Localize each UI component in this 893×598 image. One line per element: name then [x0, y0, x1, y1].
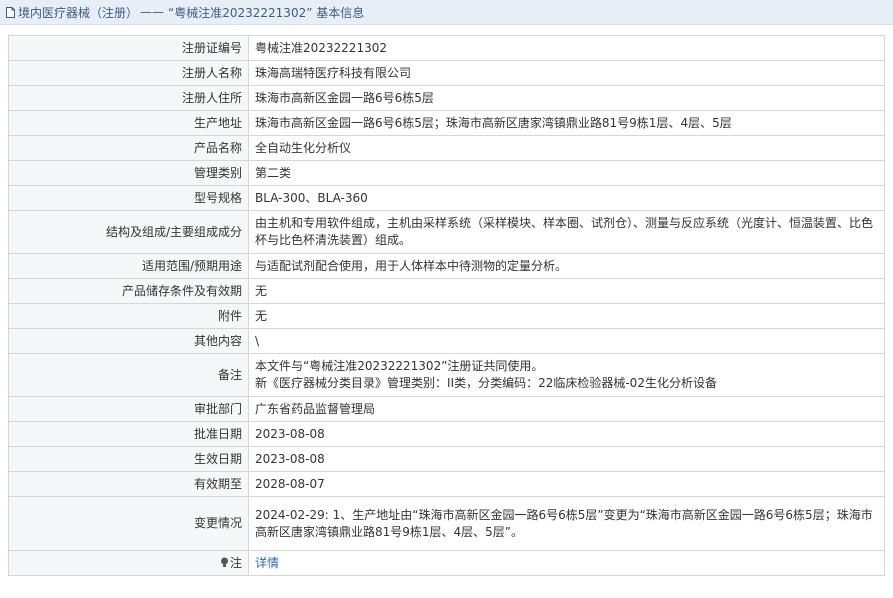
row-label: 有效期至	[8, 471, 249, 497]
row-value: 2028-08-07	[248, 471, 885, 497]
table-row: 批准日期 2023-08-08	[8, 421, 885, 447]
table-row: 注册人名称 珠海高瑞特医疗科技有限公司	[8, 60, 885, 86]
row-value: 珠海市高新区金园一路6号6栋5层	[248, 85, 885, 111]
row-value: 由主机和专用软件组成，主机由采样系统（采样模块、样本圈、试剂仓）、测量与反应系统…	[248, 210, 885, 254]
row-value: 2024-02-29: 1、生产地址由“珠海市高新区金园一路6号6栋5层”变更为…	[248, 496, 885, 551]
row-value: 2023-08-08	[248, 446, 885, 472]
row-label: 批准日期	[8, 421, 249, 447]
table-row: 审批部门 广东省药品监督管理局	[8, 396, 885, 422]
table-row: 结构及组成/主要组成成分 由主机和专用软件组成，主机由采样系统（采样模块、样本圈…	[8, 210, 885, 254]
note-value: 详情	[248, 550, 885, 576]
page-header: 境内医疗器械（注册） —— “粤械注准20232221302” 基本信息	[0, 0, 893, 25]
details-link[interactable]: 详情	[255, 556, 279, 570]
table-row: 有效期至 2028-08-07	[8, 471, 885, 497]
remark-line: 新《医疗器械分类目录》管理类别：II类，分类编码：22临床检验器械-02生化分析…	[255, 376, 717, 390]
breadcrumb-category[interactable]: 境内医疗器械（注册）	[18, 4, 138, 21]
row-value: 与适配试剂配合使用，用于人体样本中待测物的定量分析。	[248, 253, 885, 279]
row-value: 珠海市高新区金园一路6号6栋5层；珠海市高新区唐家湾镇鼎业路81号9栋1层、4层…	[248, 110, 885, 136]
row-value: 无	[248, 278, 885, 304]
row-value: 广东省药品监督管理局	[248, 396, 885, 422]
row-value: \	[248, 328, 885, 354]
table-row: 适用范围/预期用途 与适配试剂配合使用，用于人体样本中待测物的定量分析。	[8, 253, 885, 279]
table-row: 注册人住所 珠海市高新区金园一路6号6栋5层	[8, 85, 885, 111]
row-label: 生产地址	[8, 110, 249, 136]
table-row: 型号规格 BLA-300、BLA-360	[8, 185, 885, 211]
row-value: BLA-300、BLA-360	[248, 185, 885, 211]
page-title: “粤械注准20232221302” 基本信息	[168, 5, 365, 20]
table-row: 产品储存条件及有效期 无	[8, 278, 885, 304]
row-label: 产品名称	[8, 135, 249, 161]
row-label: 管理类别	[8, 160, 249, 186]
row-label: 注册证编号	[8, 35, 249, 61]
bulb-icon	[220, 557, 228, 567]
row-value: 全自动生化分析仪	[248, 135, 885, 161]
row-label: 附件	[8, 303, 249, 329]
table-row: 备注 本文件与“粤械注准20232221302”注册证共同使用。 新《医疗器械分…	[8, 353, 885, 397]
row-label: 审批部门	[8, 396, 249, 422]
row-label: 型号规格	[8, 185, 249, 211]
table-row: 其他内容 \	[8, 328, 885, 354]
document-icon	[6, 6, 15, 18]
table-row: 生产地址 珠海市高新区金园一路6号6栋5层；珠海市高新区唐家湾镇鼎业路81号9栋…	[8, 110, 885, 136]
row-label: 产品储存条件及有效期	[8, 278, 249, 304]
table-row: 生效日期 2023-08-08	[8, 446, 885, 472]
row-label: 生效日期	[8, 446, 249, 472]
row-value: 本文件与“粤械注准20232221302”注册证共同使用。 新《医疗器械分类目录…	[248, 353, 885, 397]
table-row: 变更情况 2024-02-29: 1、生产地址由“珠海市高新区金园一路6号6栋5…	[8, 496, 885, 551]
row-value: 粤械注准20232221302	[248, 35, 885, 61]
row-value: 无	[248, 303, 885, 329]
row-label: 适用范围/预期用途	[8, 253, 249, 279]
table-row: 管理类别 第二类	[8, 160, 885, 186]
note-label-cell: 注	[8, 550, 249, 576]
row-value: 第二类	[248, 160, 885, 186]
row-label: 变更情况	[8, 496, 249, 551]
row-label: 注册人住所	[8, 85, 249, 111]
table-row: 产品名称 全自动生化分析仪	[8, 135, 885, 161]
registration-info-table: 注册证编号 粤械注准20232221302 注册人名称 珠海高瑞特医疗科技有限公…	[8, 35, 885, 576]
table-row: 注册证编号 粤械注准20232221302	[8, 35, 885, 61]
row-label: 注册人名称	[8, 60, 249, 86]
table-row-note: 注 详情	[8, 550, 885, 576]
row-label: 其他内容	[8, 328, 249, 354]
row-value: 珠海高瑞特医疗科技有限公司	[248, 60, 885, 86]
row-label: 备注	[8, 353, 249, 397]
note-label: 注	[229, 555, 242, 570]
breadcrumb-separator: ——	[140, 5, 165, 19]
row-value: 2023-08-08	[248, 421, 885, 447]
table-row: 附件 无	[8, 303, 885, 329]
row-label: 结构及组成/主要组成成分	[8, 210, 249, 254]
remark-line: 本文件与“粤械注准20232221302”注册证共同使用。	[255, 359, 544, 373]
